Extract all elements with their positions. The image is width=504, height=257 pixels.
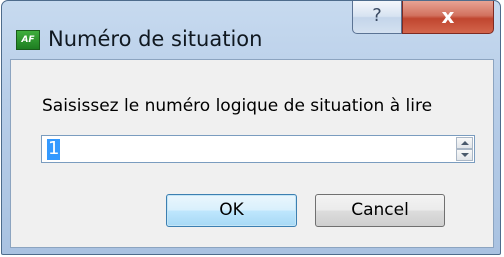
cancel-button[interactable]: Cancel xyxy=(315,194,445,227)
spin-up-arrow-icon[interactable] xyxy=(456,137,473,149)
spin-down-arrow-icon[interactable] xyxy=(456,149,473,161)
dialog-window: AF Numéro de situation ? x Saisissez le … xyxy=(1,0,501,255)
situation-number-spinbox[interactable]: 1 xyxy=(41,135,475,163)
close-button[interactable]: x xyxy=(402,1,494,34)
title-bar[interactable]: AF Numéro de situation ? x xyxy=(2,1,500,59)
app-icon: AF xyxy=(16,30,40,50)
help-button[interactable]: ? xyxy=(352,1,402,34)
prompt-label: Saisissez le numéro logique de situation… xyxy=(42,96,433,116)
spin-buttons xyxy=(456,137,473,161)
dialog-body: Saisissez le numéro logique de situation… xyxy=(10,59,494,248)
window-title: Numéro de situation xyxy=(48,27,263,51)
spin-value[interactable]: 1 xyxy=(47,139,61,160)
ok-button[interactable]: OK xyxy=(166,194,297,227)
